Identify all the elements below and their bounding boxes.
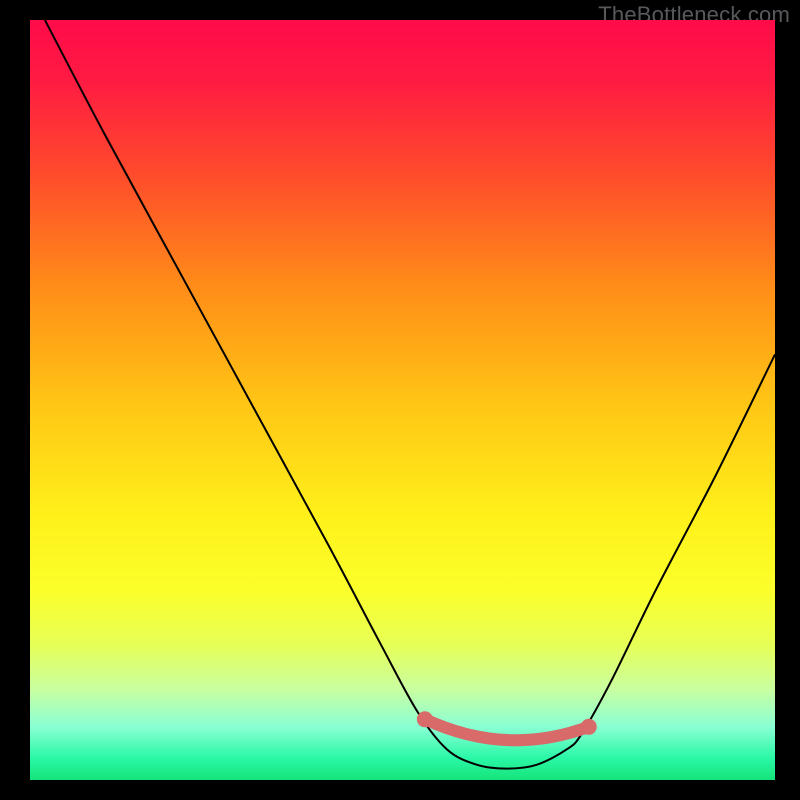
- optimal-range-endpoint: [581, 719, 597, 735]
- optimal-range-endpoint: [417, 711, 433, 727]
- chart-frame: TheBottleneck.com: [0, 0, 800, 800]
- gradient-background: [30, 20, 775, 780]
- bottleneck-chart: [30, 20, 775, 780]
